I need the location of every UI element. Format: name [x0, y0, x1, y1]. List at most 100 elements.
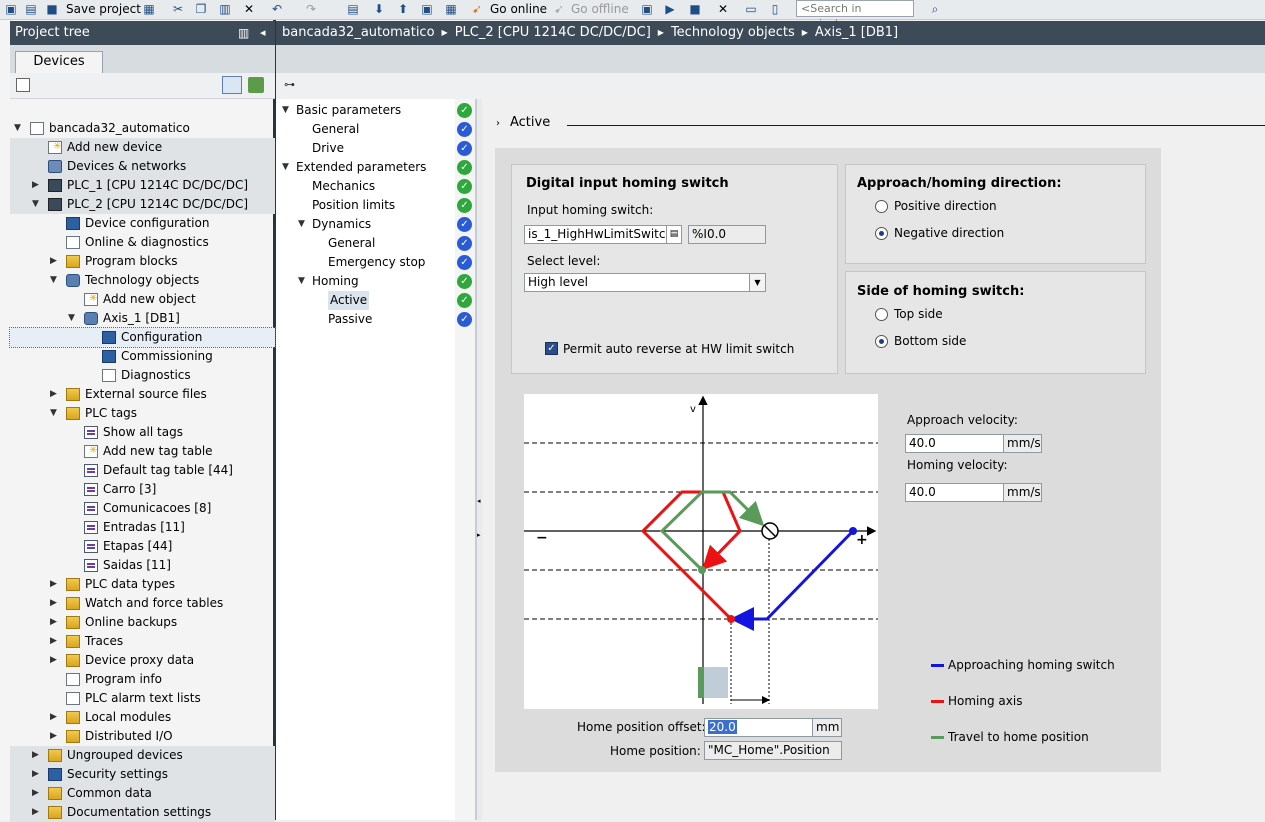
compile-icon[interactable]: ▦ [444, 2, 458, 16]
accessible-devices-icon[interactable]: ▣ [640, 2, 654, 16]
select-level-dropdown[interactable]: High level ▼ [524, 273, 766, 292]
input-homing-switch-field[interactable]: is_1_HighHwLimitSwitch [524, 225, 668, 244]
collapse-panel-icon[interactable]: ▥ [238, 21, 249, 45]
expand-triangle-icon[interactable]: ▶ [50, 575, 60, 594]
tree-item[interactable]: Add new device [10, 137, 275, 157]
tree-item[interactable]: ▶ PLC data types [10, 575, 275, 594]
download-icon[interactable]: ⬇ [372, 2, 386, 16]
collapse-triangle-icon[interactable]: ▼ [298, 272, 305, 291]
open-project-icon[interactable]: ▤ [24, 2, 38, 16]
home-offset-input[interactable]: 20.0 [704, 718, 813, 737]
tree-item[interactable]: ▼ Axis_1 [DB1] [10, 309, 275, 328]
tree-item[interactable]: Configuration [9, 327, 276, 348]
nav-item[interactable]: General [276, 234, 456, 253]
tree-item[interactable]: ▶ Program blocks [10, 252, 275, 271]
breadcrumb-item[interactable]: Technology objects [671, 25, 795, 40]
tree-item[interactable]: Online & diagnostics [10, 233, 275, 252]
stop-cpu-icon[interactable]: ■ [688, 2, 702, 16]
expand-triangle-icon[interactable]: ▶ [32, 784, 42, 803]
delete-icon[interactable]: ✕ [242, 2, 256, 16]
tree-item[interactable]: ▶ Security settings [10, 765, 275, 784]
go-offline-button[interactable]: Go offline [571, 1, 629, 17]
print-icon[interactable]: ▦ [142, 2, 156, 16]
nav-item[interactable]: ▼ Basic parameters [276, 101, 456, 120]
expand-triangle-icon[interactable]: ▶ [32, 803, 42, 822]
collapse-triangle-icon[interactable]: ▼ [50, 404, 60, 423]
tree-item[interactable]: ▶ Common data [10, 784, 275, 803]
collapse-triangle-icon[interactable]: ▼ [282, 158, 289, 177]
expand-triangle-icon[interactable]: ▶ [50, 651, 60, 670]
negative-direction-radio[interactable] [875, 227, 888, 240]
nav-item[interactable]: Passive [276, 310, 456, 329]
collapse-triangle-icon[interactable]: ▼ [14, 119, 24, 138]
tree-item[interactable]: ▶ Documentation settings [10, 803, 275, 822]
tree-item[interactable]: ▼ Technology objects [10, 271, 275, 290]
list-view-icon[interactable] [222, 76, 242, 94]
nav-item[interactable]: ▼ Extended parameters [276, 158, 456, 177]
tree-item[interactable]: ▶ External source files [10, 385, 275, 404]
expand-triangle-icon[interactable]: ▶ [50, 632, 60, 651]
expand-triangle-icon[interactable]: ▶ [32, 746, 42, 765]
chevron-down-icon[interactable]: ▼ [749, 274, 765, 291]
collapse-triangle-icon[interactable]: ▼ [298, 215, 305, 234]
tree-item[interactable]: ▶ Online backups [10, 613, 275, 632]
tree-item[interactable]: Comunicacoes [8] [10, 499, 275, 518]
tree-item[interactable]: ▶ PLC_1 [CPU 1214C DC/DC/DC] [10, 176, 275, 195]
positive-direction-radio[interactable] [875, 200, 888, 213]
close-icon[interactable]: ✕ [716, 2, 730, 16]
new-project-icon[interactable]: ▣ [4, 2, 18, 16]
cut-icon[interactable]: ✂ [171, 2, 185, 16]
collapse-triangle-icon[interactable]: ▼ [282, 101, 289, 120]
collapse-arrow-icon[interactable]: ◂ [477, 497, 481, 505]
tree-item[interactable]: Saidas [11] [10, 556, 275, 575]
nav-item[interactable]: Drive [276, 139, 456, 158]
upload-icon[interactable]: ⬆ [396, 2, 410, 16]
split-icon[interactable]: ▤ [346, 2, 360, 16]
tree-item[interactable]: Commissioning [10, 347, 275, 366]
top-side-radio[interactable] [875, 308, 888, 321]
copy-icon[interactable]: ❐ [194, 2, 208, 16]
nav-item[interactable]: ▼ Homing [276, 272, 456, 291]
start-cpu-icon[interactable]: ▶ [663, 2, 677, 16]
go-offline-icon[interactable]: ➹ [552, 2, 566, 16]
collapse-triangle-icon[interactable]: ▼ [32, 195, 42, 214]
save-project-button[interactable]: Save project [66, 1, 141, 17]
collapse-triangle-icon[interactable]: ▼ [68, 309, 78, 328]
split-horizontal-icon[interactable]: ▭ [744, 2, 758, 16]
breadcrumb-item[interactable]: PLC_2 [CPU 1214C DC/DC/DC] [455, 25, 651, 40]
expand-triangle-icon[interactable]: ▶ [50, 385, 60, 404]
nav-item[interactable]: Position limits [276, 196, 456, 215]
expand-triangle-icon[interactable]: ▶ [50, 594, 60, 613]
overview-icon[interactable] [16, 78, 30, 92]
expand-triangle-icon[interactable]: ▶ [50, 708, 60, 727]
split-vertical-icon[interactable]: ▯ [768, 2, 782, 16]
refresh-icon[interactable] [248, 77, 264, 93]
redo-icon[interactable]: ↷ [304, 2, 318, 16]
collapse-triangle-icon[interactable]: ▼ [50, 271, 60, 290]
undo-icon[interactable]: ↶ [270, 2, 284, 16]
tree-item[interactable]: ▶ Ungrouped devices [10, 746, 275, 765]
tree-item[interactable]: Program info [10, 670, 275, 689]
tree-item[interactable]: ▶ Traces [10, 632, 275, 651]
tag-browse-button[interactable]: ▤ [666, 225, 682, 244]
simulation-icon[interactable]: ▣ [420, 2, 434, 16]
expand-arrow-icon[interactable]: ▸ [477, 531, 481, 539]
go-online-icon[interactable]: ➹ [470, 2, 484, 16]
pin-panel-icon[interactable]: ◂ [260, 21, 266, 45]
auto-reverse-checkbox[interactable]: ✓ [545, 342, 558, 355]
nav-item[interactable]: ▼ Dynamics [276, 215, 456, 234]
expand-triangle-icon[interactable]: ▶ [50, 252, 60, 271]
tree-item[interactable]: Add new object [10, 289, 275, 309]
tree-item[interactable]: ▼ PLC tags [10, 404, 275, 423]
tree-item[interactable]: Device configuration [10, 214, 275, 233]
tree-item[interactable]: ▶ Watch and force tables [10, 594, 275, 613]
nav-item[interactable]: Active [276, 291, 456, 310]
search-input[interactable]: <Search in project> [796, 0, 914, 30]
tree-item[interactable]: ▶ Distributed I/O [10, 727, 275, 746]
paste-icon[interactable]: ▥ [218, 2, 232, 16]
save-icon[interactable]: ■ [45, 2, 59, 16]
homing-velocity-input[interactable]: 40.0 [905, 483, 1004, 502]
section-header[interactable]: › Active [496, 114, 550, 132]
expand-triangle-icon[interactable]: ▶ [50, 613, 60, 632]
breadcrumb-item[interactable]: Axis_1 [DB1] [815, 25, 898, 40]
